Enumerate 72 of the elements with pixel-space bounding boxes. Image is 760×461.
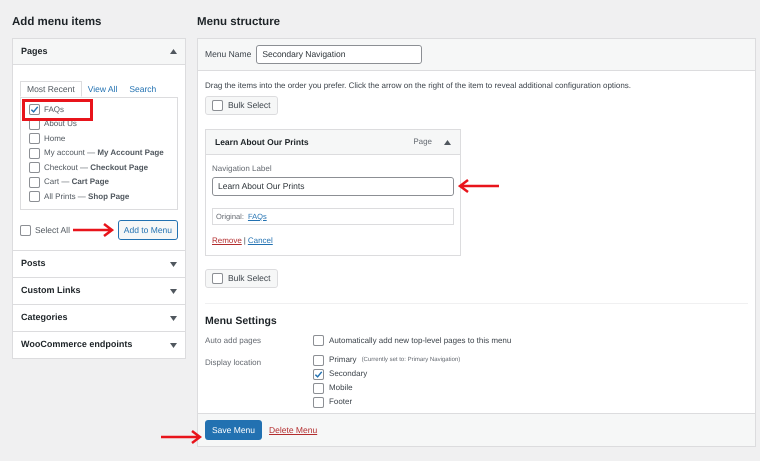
checkbox[interactable]	[29, 148, 40, 158]
expand-caret-icon[interactable]	[170, 342, 177, 348]
checkbox[interactable]	[29, 176, 40, 188]
checkbox[interactable]	[212, 100, 223, 111]
instructions-text: Drag the items into the order you prefer. Click the arrow on the right of the item to reveal additional configuration options.	[205, 80, 632, 92]
expand-caret-icon[interactable]	[170, 288, 177, 294]
item-type-label: Page	[413, 136, 432, 148]
accordion-title: Pages	[21, 44, 48, 58]
checkbox[interactable]	[313, 396, 324, 408]
location-option: Secondary	[329, 368, 368, 380]
field-label: Navigation Label	[212, 163, 273, 175]
menu-item-title: Learn About Our Prints	[215, 136, 309, 148]
tab[interactable]: Search	[123, 81, 162, 97]
collapse-caret-icon[interactable]	[444, 140, 451, 144]
location-option: Primary	[329, 354, 357, 366]
accordion-title: Categories	[21, 311, 68, 324]
accordion-title: WooCommerce endpoints	[21, 338, 132, 352]
navigation-label-field[interactable]: Learn About Our Prints	[212, 177, 454, 196]
arrow-drawing	[458, 179, 500, 193]
location-option: Footer	[329, 396, 352, 408]
checkbox[interactable]	[29, 162, 40, 173]
menu-item-header[interactable]: Learn About Our Prints Page	[206, 130, 460, 155]
arrow-drawing	[72, 223, 114, 237]
checkbox[interactable]	[212, 273, 223, 284]
checkbox[interactable]	[313, 335, 324, 346]
accordion-header[interactable]: WooCommerce endpoints	[13, 332, 185, 358]
highlight-box	[22, 99, 93, 121]
menu-name-field[interactable]: Secondary Navigation	[256, 45, 422, 64]
select-all-label: Select All	[35, 224, 70, 236]
settings-heading: Menu Settings	[205, 314, 278, 329]
menu-name-label: Menu Name	[205, 48, 252, 61]
accordion-header[interactable]: Categories	[13, 305, 185, 331]
checkmark-icon	[314, 370, 323, 379]
delete-menu-link[interactable]: Delete Menu	[269, 424, 318, 436]
accordion-header[interactable]: Posts	[13, 251, 185, 277]
checkbox[interactable]	[313, 354, 324, 366]
page-label: My account — My Account Page	[44, 147, 164, 159]
page-label: Home	[44, 132, 66, 144]
display-location-label: Display location	[205, 356, 262, 369]
checkbox[interactable]	[20, 224, 31, 236]
page-label: FAQs	[44, 104, 64, 116]
tab[interactable]: View All	[82, 81, 124, 97]
arrow-drawing	[160, 430, 202, 444]
checkbox[interactable]	[29, 104, 40, 115]
checkbox[interactable]	[29, 191, 40, 202]
checkmark-icon	[30, 105, 39, 114]
checkbox[interactable]	[313, 382, 324, 394]
page-label: Cart — Cart Page	[44, 176, 109, 188]
accordion-header[interactable]: Pages	[13, 39, 185, 65]
accordion-title: Custom Links	[21, 284, 81, 298]
separator: |	[244, 235, 246, 247]
accordion-header[interactable]: Custom Links	[13, 278, 185, 304]
add-to-menu-button[interactable]: Add to Menu	[118, 220, 178, 240]
checkbox[interactable]	[313, 368, 324, 380]
section-heading: Menu structure	[197, 15, 282, 30]
save-menu-button[interactable]: Save Menu	[205, 420, 262, 440]
page-label: Checkout — Checkout Page	[44, 162, 148, 174]
location-option: Mobile	[329, 382, 353, 394]
tab[interactable]: Most Recent	[20, 81, 82, 97]
accordion-title: Posts	[21, 257, 46, 270]
bulk-select-button[interactable]: Bulk Select	[205, 96, 278, 115]
collapse-caret-icon[interactable]	[170, 49, 177, 54]
cancel-link[interactable]: Cancel	[248, 235, 273, 247]
page-label: All Prints — Shop Page	[44, 190, 130, 202]
auto-add-label: Auto add pages	[205, 334, 262, 347]
remove-link[interactable]: Remove	[212, 235, 242, 247]
section-heading: Add menu items	[12, 15, 102, 30]
checkbox[interactable]	[29, 133, 40, 144]
bulk-select-button[interactable]: Bulk Select	[205, 269, 278, 288]
expand-caret-icon[interactable]	[170, 316, 177, 320]
auto-add-option: Automatically add new top-level pages to this menu	[329, 334, 512, 347]
expand-caret-icon[interactable]	[170, 262, 177, 266]
